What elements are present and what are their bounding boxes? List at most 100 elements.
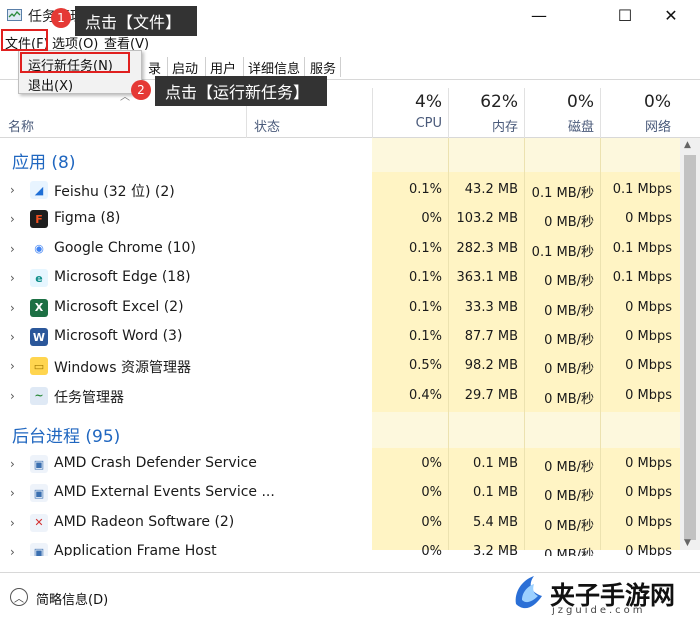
cpu-value: 0% bbox=[421, 485, 442, 501]
memory-value: 0.1 MB bbox=[473, 485, 518, 501]
network-value: 0 Mbps bbox=[625, 485, 672, 501]
service-icon: ▣ bbox=[30, 543, 48, 556]
network-value: 0 Mbps bbox=[625, 358, 672, 374]
excel-icon: X bbox=[30, 298, 48, 317]
task-manager-icon: ~ bbox=[30, 386, 48, 405]
memory-value: 103.2 MB bbox=[456, 211, 518, 227]
callout-step2-text: 点击【运行新任务】 bbox=[165, 83, 310, 102]
process-name[interactable]: AMD External Events Service ... bbox=[54, 484, 275, 500]
chrome-icon: ◉ bbox=[30, 239, 48, 258]
expand-chevron-right-icon[interactable]: › bbox=[10, 359, 15, 373]
network-value: 0.1 Mbps bbox=[612, 182, 672, 197]
amd-icon: ✕ bbox=[30, 513, 48, 532]
feishu-icon: ◢ bbox=[30, 181, 48, 199]
network-value: 0 Mbps bbox=[625, 387, 672, 403]
network-value: 0 Mbps bbox=[625, 329, 672, 344]
network-value: 0 Mbps bbox=[625, 456, 672, 471]
process-name[interactable]: Microsoft Word (3) bbox=[54, 328, 182, 344]
expand-chevron-right-icon[interactable]: › bbox=[10, 457, 15, 471]
network-value: 0 Mbps bbox=[625, 299, 672, 315]
fewer-details-link[interactable]: 简略信息(D) bbox=[36, 589, 108, 608]
expand-chevron-right-icon[interactable]: › bbox=[10, 389, 15, 403]
cpu-value: 0% bbox=[421, 544, 442, 556]
expand-chevron-right-icon[interactable]: › bbox=[10, 330, 15, 344]
memory-value: 3.2 MB bbox=[473, 544, 518, 556]
memory-value: 33.3 MB bbox=[464, 299, 518, 315]
watermark-url: jzguide.com bbox=[552, 605, 646, 616]
cpu-value: 0.4% bbox=[408, 387, 442, 403]
cpu-value: 0% bbox=[421, 211, 442, 227]
memory-value: 363.1 MB bbox=[456, 270, 518, 286]
memory-value: 0.1 MB bbox=[473, 456, 518, 471]
memory-value: 87.7 MB bbox=[464, 329, 518, 344]
network-value: 0.1 Mbps bbox=[612, 240, 672, 256]
memory-value: 29.7 MB bbox=[464, 387, 518, 403]
expand-chevron-right-icon[interactable]: › bbox=[10, 516, 15, 530]
chevron-up-icon[interactable]: ︿ bbox=[10, 588, 28, 606]
process-name[interactable]: AMD Radeon Software (2) bbox=[54, 514, 234, 530]
scrollbar-thumb[interactable] bbox=[684, 155, 696, 540]
scroll-up-icon[interactable]: ▲ bbox=[684, 140, 691, 150]
disk-value: 0.1 MB/秒 bbox=[531, 244, 594, 260]
cpu-value: 0% bbox=[421, 456, 442, 471]
callout-step1-text: 点击【文件】 bbox=[85, 13, 182, 32]
expand-chevron-right-icon[interactable]: › bbox=[10, 545, 15, 556]
cpu-value: 0% bbox=[421, 514, 442, 530]
callout-step2: 点击【运行新任务】 bbox=[155, 76, 327, 106]
network-value: 0 Mbps bbox=[625, 544, 672, 556]
cpu-value: 0.1% bbox=[408, 182, 442, 197]
memory-value: 282.3 MB bbox=[456, 240, 518, 256]
highlight-file-menu bbox=[1, 29, 48, 51]
expand-chevron-right-icon[interactable]: › bbox=[10, 242, 15, 256]
watermark-logo-icon bbox=[515, 576, 542, 609]
expand-chevron-right-icon[interactable]: › bbox=[10, 301, 15, 315]
figma-icon: F bbox=[30, 210, 48, 229]
process-name[interactable]: Figma (8) bbox=[54, 210, 120, 226]
cpu-value: 0.1% bbox=[408, 299, 442, 315]
disk-value: 0 MB/秒 bbox=[544, 489, 594, 505]
process-name[interactable]: Windows 资源管理器 bbox=[54, 357, 191, 377]
network-value: 0 Mbps bbox=[625, 514, 672, 530]
network-value: 0 Mbps bbox=[625, 211, 672, 227]
menu-exit[interactable]: 退出(X) bbox=[28, 75, 73, 94]
process-name[interactable]: Application Frame Host bbox=[54, 543, 217, 556]
process-name[interactable]: Feishu (32 位) (2) bbox=[54, 181, 175, 201]
disk-value: 0 MB/秒 bbox=[544, 215, 594, 231]
highlight-run-new-task bbox=[20, 52, 130, 73]
process-name[interactable]: 任务管理器 bbox=[54, 387, 124, 407]
step1-badge: 1 bbox=[51, 8, 71, 28]
disk-value: 0 MB/秒 bbox=[544, 518, 594, 534]
service-icon: ▣ bbox=[30, 455, 48, 473]
expand-chevron-right-icon[interactable]: › bbox=[10, 271, 15, 285]
expand-chevron-right-icon[interactable]: › bbox=[10, 183, 15, 197]
cpu-value: 0.1% bbox=[408, 270, 442, 286]
edge-icon: e bbox=[30, 269, 48, 288]
callout-step1: 点击【文件】 bbox=[75, 6, 197, 36]
network-value: 0.1 Mbps bbox=[612, 270, 672, 286]
cpu-value: 0.1% bbox=[408, 240, 442, 256]
disk-value: 0 MB/秒 bbox=[544, 362, 594, 378]
expand-chevron-right-icon[interactable]: › bbox=[10, 486, 15, 500]
disk-value: 0 MB/秒 bbox=[544, 303, 594, 319]
disk-value: 0 MB/秒 bbox=[544, 274, 594, 290]
memory-value: 43.2 MB bbox=[464, 182, 518, 197]
cpu-value: 0.1% bbox=[408, 329, 442, 344]
process-name[interactable]: Microsoft Excel (2) bbox=[54, 299, 184, 315]
process-name[interactable]: Google Chrome (10) bbox=[54, 240, 196, 256]
word-icon: W bbox=[30, 328, 48, 346]
scroll-down-icon[interactable]: ▼ bbox=[684, 538, 691, 548]
disk-value: 0 MB/秒 bbox=[544, 391, 594, 407]
memory-value: 5.4 MB bbox=[473, 514, 518, 530]
service-icon: ▣ bbox=[30, 484, 48, 503]
disk-value: 0.1 MB/秒 bbox=[531, 186, 594, 201]
folder-icon: ▭ bbox=[30, 357, 48, 376]
disk-value: 0 MB/秒 bbox=[544, 460, 594, 475]
cpu-value: 0.5% bbox=[408, 358, 442, 374]
disk-value: 0 MB/秒 bbox=[544, 333, 594, 348]
expand-chevron-right-icon[interactable]: › bbox=[10, 212, 15, 226]
memory-value: 98.2 MB bbox=[464, 358, 518, 374]
disk-value: 0 MB/秒 bbox=[544, 548, 594, 556]
process-name[interactable]: AMD Crash Defender Service bbox=[54, 455, 257, 471]
process-name[interactable]: Microsoft Edge (18) bbox=[54, 269, 191, 285]
step2-badge: 2 bbox=[131, 80, 151, 100]
